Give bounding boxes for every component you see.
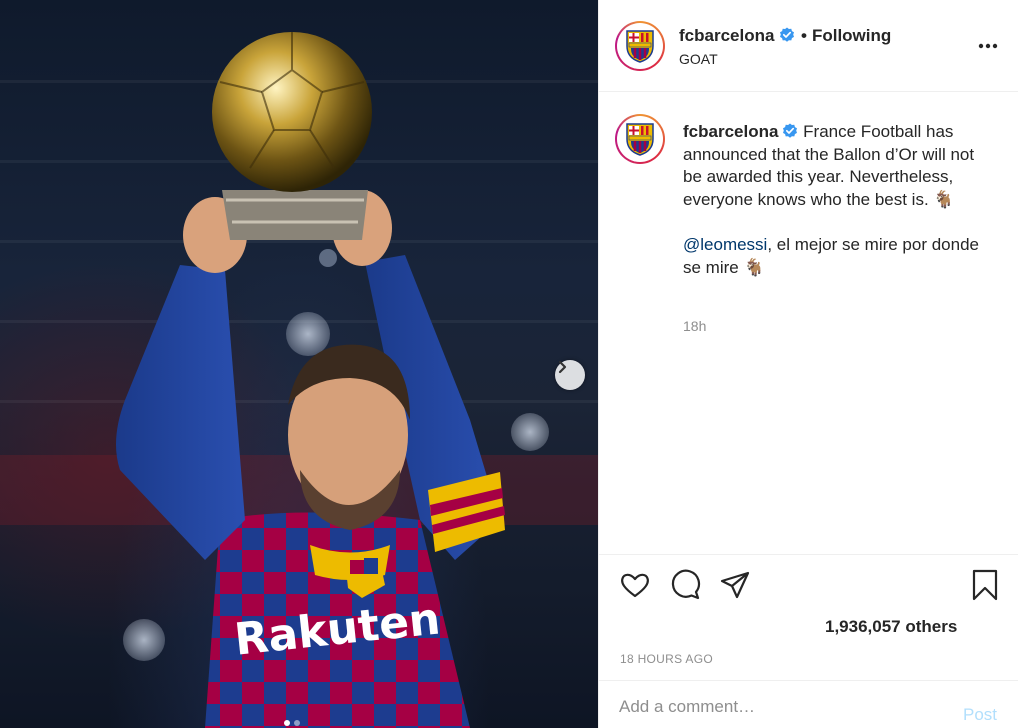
fc-barcelona-crest-icon xyxy=(626,30,654,63)
comment-icon[interactable] xyxy=(669,569,701,601)
heart-icon[interactable] xyxy=(619,569,651,601)
posted-time[interactable]: 18 HOURS AGO xyxy=(620,652,713,666)
verified-badge-icon xyxy=(780,27,794,42)
carousel-dots xyxy=(284,720,300,726)
follow-status[interactable]: • Following xyxy=(780,26,891,46)
share-icon[interactable] xyxy=(719,569,751,601)
chevron-right-icon xyxy=(558,360,567,374)
post-header: fcbarcelona • Following GOAT xyxy=(599,0,1018,92)
photo-illustration xyxy=(0,32,598,728)
caption-username[interactable]: fcbarcelona xyxy=(683,122,778,141)
caption-avatar[interactable] xyxy=(615,114,665,164)
post-side-panel: fcbarcelona • Following GOAT fcbarcelona… xyxy=(598,0,1018,728)
following-label[interactable]: Following xyxy=(812,26,891,45)
comment-input[interactable] xyxy=(619,693,939,721)
header-username[interactable]: fcbarcelona xyxy=(679,26,774,46)
mention-link[interactable]: @leomessi xyxy=(683,235,767,254)
caption-text: fcbarcelona France Football has announce… xyxy=(683,121,995,279)
verified-badge-icon xyxy=(783,123,798,138)
fc-barcelona-crest-icon xyxy=(626,123,654,156)
comment-bar: Post xyxy=(599,680,1018,728)
post-photo[interactable]: Rakuten xyxy=(0,0,598,728)
separator-dot: • xyxy=(801,26,807,45)
location-label[interactable]: GOAT xyxy=(679,51,718,67)
caption-mention-paragraph: @leomessi, el mejor se mire por donde se… xyxy=(683,234,995,279)
likes-count[interactable]: 1,936,057 others xyxy=(825,617,957,637)
caption-time-ago: 18h xyxy=(683,318,707,334)
more-options-icon[interactable] xyxy=(977,36,999,56)
avatar[interactable] xyxy=(615,21,665,71)
bookmark-icon[interactable] xyxy=(969,569,1001,601)
carousel-next-button[interactable] xyxy=(555,360,585,390)
caption-section: fcbarcelona France Football has announce… xyxy=(599,92,1018,554)
carousel-dot xyxy=(294,720,300,726)
caption-paragraph: fcbarcelona France Football has announce… xyxy=(683,121,995,211)
post-comment-button[interactable]: Post xyxy=(963,705,997,725)
action-bar: 1,936,057 others 18 HOURS AGO xyxy=(599,554,1018,680)
carousel-dot xyxy=(284,720,290,726)
